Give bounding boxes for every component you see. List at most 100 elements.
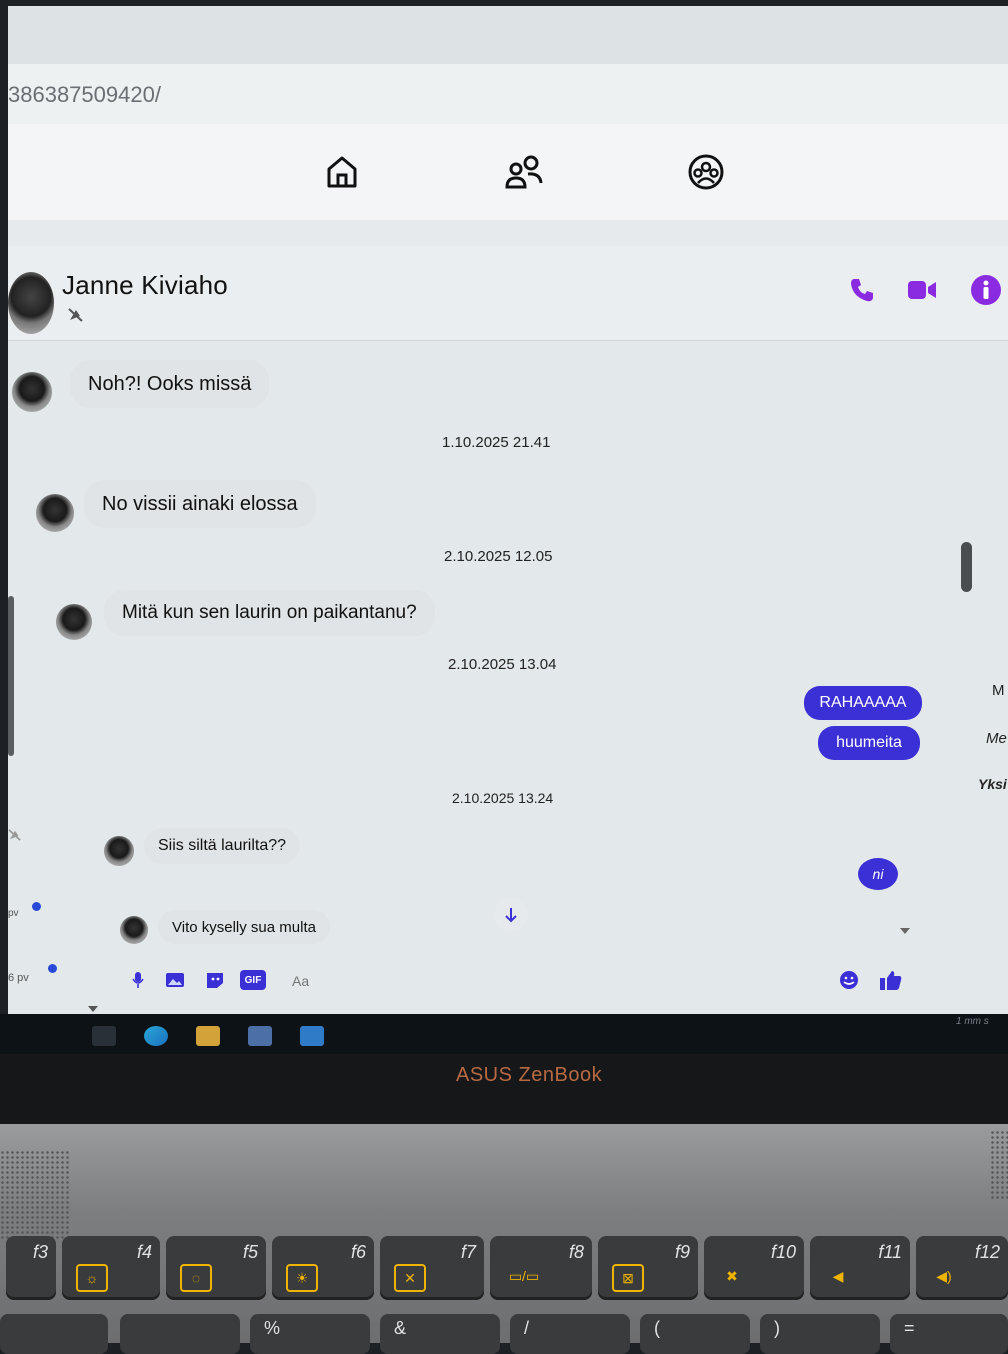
chevron-down-icon[interactable] [900, 928, 910, 934]
volume-up-icon: ◀) [936, 1267, 952, 1284]
message-bubble-incoming[interactable]: Mitä kun sen laurin on paikantanu? [104, 590, 435, 636]
sticker-icon[interactable] [204, 970, 226, 990]
message-text: Siis siltä laurilta?? [158, 837, 287, 854]
message-text: RAHAAAAA [819, 694, 907, 711]
key-f4[interactable]: f4 ☼ [62, 1236, 160, 1300]
sender-avatar [104, 836, 134, 866]
message-bubble-outgoing[interactable]: huumeita [818, 726, 920, 760]
message-bubble-incoming[interactable]: Vito kyselly sua multa [158, 910, 330, 944]
message-text: Mitä kun sen laurin on paikantanu? [122, 602, 417, 623]
sidebar-fragment: Yksi [978, 776, 1007, 792]
home-icon[interactable] [320, 150, 364, 194]
message-input[interactable] [290, 968, 814, 994]
sender-avatar [12, 372, 52, 412]
chevron-down-icon[interactable] [88, 1006, 98, 1012]
file-explorer-icon[interactable] [196, 1026, 220, 1046]
key-f7[interactable]: f7 ✕ [380, 1236, 484, 1300]
message-text: No vissii ainaki elossa [102, 492, 298, 515]
key-f11[interactable]: f11 ◀ [810, 1236, 910, 1300]
key-f12[interactable]: f12 ◀) [916, 1236, 1008, 1300]
projection-icon: ▭/▭ [508, 1267, 540, 1284]
laptop-bezel: ASUS ZenBook [0, 1054, 1008, 1124]
avatar[interactable] [8, 272, 54, 334]
timestamp: 2.10.2025 13.04 [448, 656, 557, 673]
microphone-icon[interactable] [130, 970, 146, 990]
key-f3[interactable]: f3 [6, 1236, 56, 1300]
message-composer: GIF [108, 954, 928, 1008]
key-f5[interactable]: f5 ◌ [166, 1236, 266, 1300]
sidebar-scrollbar[interactable] [8, 596, 14, 756]
unread-dot [48, 964, 57, 973]
info-icon[interactable] [968, 272, 1004, 308]
key[interactable] [0, 1314, 108, 1354]
key-8[interactable]: ( [640, 1314, 750, 1354]
unread-dot [32, 902, 41, 911]
task-view-icon[interactable] [92, 1026, 116, 1046]
speaker-grille [0, 1150, 70, 1240]
phone-icon[interactable] [844, 272, 880, 308]
muted-icon [68, 308, 84, 325]
emoji-icon[interactable] [838, 970, 860, 990]
message-bubble-incoming[interactable]: Siis siltä laurilta?? [144, 828, 301, 864]
message-bubble-outgoing[interactable]: RAHAAAAA [804, 686, 922, 720]
message-text: Vito kyselly sua multa [172, 918, 316, 936]
key-f10[interactable]: f10 ✖ [704, 1236, 804, 1300]
volume-down-icon: ◀ [832, 1267, 844, 1284]
key-5[interactable]: % [250, 1314, 370, 1354]
sidebar-fragment: M [992, 682, 1005, 699]
brightness-up-icon: ☀ [286, 1264, 318, 1292]
scrollbar-thumb[interactable] [961, 542, 972, 592]
mute-icon: ✖ [726, 1267, 738, 1284]
laptop-screen: 386387509420/ Janne Kiviaho Noh?! Ooks m… [8, 6, 1008, 1020]
key-f6[interactable]: f6 ☀ [272, 1236, 374, 1300]
key-f8[interactable]: f8 ▭/▭ [490, 1236, 592, 1300]
clock-fragment: 1 mm s [956, 1016, 989, 1027]
windows-taskbar: 1 mm s [0, 1014, 1008, 1054]
video-icon[interactable] [904, 272, 940, 308]
keyboard-backlight-icon: ☼ [76, 1264, 108, 1292]
message-bubble-incoming[interactable]: Noh?! Ooks missä [70, 360, 270, 408]
timestamp: 2.10.2025 13.24 [452, 790, 554, 806]
sidebar-fragment: Me [986, 730, 1007, 747]
timestamp: 1.10.2025 21.41 [442, 434, 551, 451]
arrow-down-icon [505, 908, 517, 923]
speaker-grille [990, 1130, 1008, 1200]
edge-icon[interactable] [144, 1026, 168, 1046]
sender-avatar [56, 604, 92, 640]
chat-panel-gap [8, 220, 1008, 246]
message-bubble-outgoing[interactable]: ni [858, 858, 898, 890]
message-text: huumeita [836, 734, 902, 751]
laptop-keyboard-deck [0, 1124, 1008, 1343]
message-bubble-incoming[interactable]: No vissii ainaki elossa [84, 480, 316, 528]
sidebar-time: 6 pv [8, 972, 29, 984]
contact-name[interactable]: Janne Kiviaho [62, 270, 228, 301]
mail-icon[interactable] [300, 1026, 324, 1046]
image-icon[interactable] [164, 970, 186, 990]
gif-button[interactable]: GIF [240, 970, 266, 990]
url-text: 386387509420/ [8, 82, 161, 107]
display-off-icon: ✕ [394, 1264, 426, 1292]
groups-icon[interactable] [684, 150, 728, 194]
chat-header: Janne Kiviaho [8, 246, 1008, 341]
key-9[interactable]: ) [760, 1314, 880, 1354]
like-icon[interactable] [878, 970, 904, 990]
scroll-to-bottom-button[interactable] [494, 898, 528, 932]
key-0[interactable]: = [890, 1314, 1008, 1354]
key[interactable] [120, 1314, 240, 1354]
timestamp: 2.10.2025 12.05 [444, 548, 553, 565]
message-text: Noh?! Ooks missä [88, 372, 252, 395]
store-icon[interactable] [248, 1026, 272, 1046]
laptop-brand: ASUS ZenBook [456, 1064, 603, 1086]
sidebar-time: pv [8, 908, 19, 919]
touchpad-icon: ⊠ [612, 1264, 644, 1292]
key-6[interactable]: & [380, 1314, 500, 1354]
address-bar[interactable]: 386387509420/ [8, 64, 1008, 125]
sender-avatar [36, 494, 74, 532]
message-text: ni [872, 866, 884, 882]
brightness-down-icon: ◌ [180, 1264, 212, 1292]
key-7[interactable]: / [510, 1314, 630, 1354]
people-icon[interactable] [502, 150, 546, 194]
message-list[interactable]: Noh?! Ooks missä 1.10.2025 21.41 No viss… [8, 342, 968, 962]
sender-avatar [120, 916, 148, 944]
key-f9[interactable]: f9 ⊠ [598, 1236, 698, 1300]
